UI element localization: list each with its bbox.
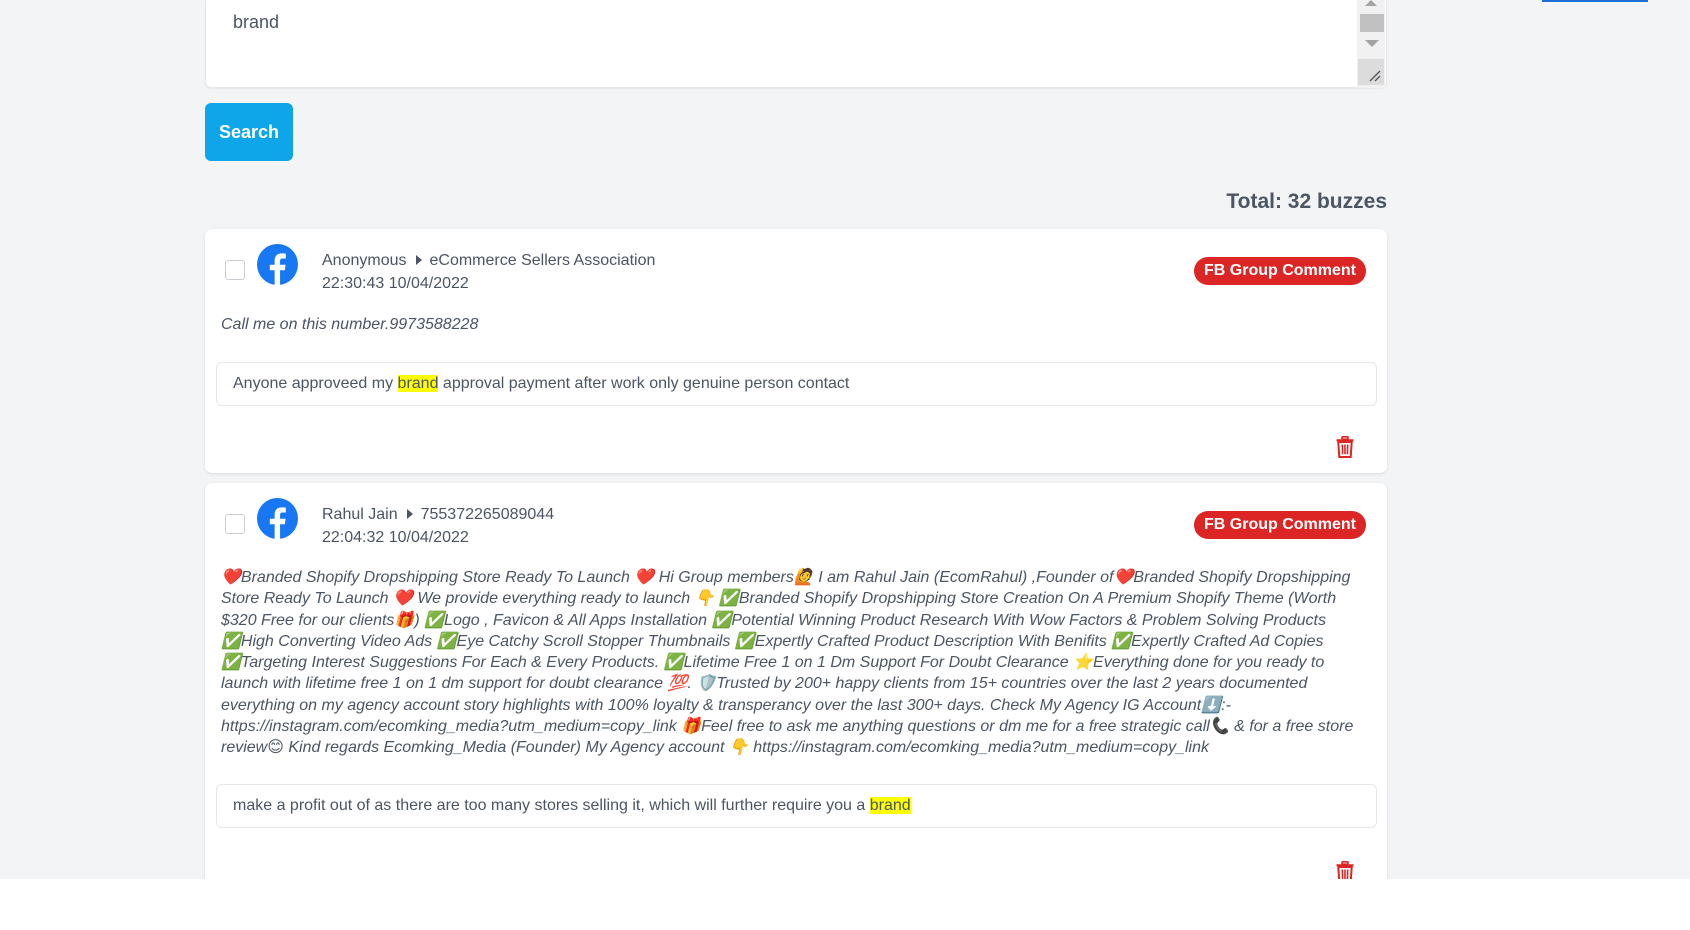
author-name[interactable]: Rahul Jain bbox=[322, 506, 398, 523]
scroll-thumb[interactable] bbox=[1360, 14, 1384, 32]
post-timestamp: 22:04:32 10/04/2022 bbox=[322, 529, 469, 546]
search-button[interactable]: Search bbox=[205, 103, 293, 161]
author-line: Rahul Jain 755372265089044 bbox=[322, 506, 554, 524]
bottom-blank-area bbox=[0, 879, 1690, 930]
facebook-icon bbox=[257, 498, 298, 539]
group-name[interactable]: 755372265089044 bbox=[421, 506, 554, 523]
keyword-excerpt: Anyone approveed my brand approval payme… bbox=[216, 362, 1377, 406]
source-type-badge: FB Group Comment bbox=[1194, 511, 1366, 539]
search-query-value: brand bbox=[233, 12, 280, 32]
buzz-card: Rahul Jain 755372265089044 22:04:32 10/04… bbox=[205, 483, 1387, 903]
select-buzz-checkbox[interactable] bbox=[225, 514, 245, 534]
scroll-up-arrow-icon[interactable] bbox=[1365, 0, 1377, 6]
excerpt-text-after: approval payment after work only genuine… bbox=[438, 375, 850, 392]
group-name[interactable]: eCommerce Sellers Association bbox=[430, 252, 656, 269]
facebook-icon bbox=[257, 244, 298, 285]
caret-right-icon bbox=[415, 255, 422, 266]
keyword-highlight: brand bbox=[869, 797, 911, 814]
post-timestamp: 22:30:43 10/04/2022 bbox=[322, 275, 469, 292]
scroll-down-arrow-icon[interactable] bbox=[1365, 40, 1379, 47]
select-buzz-checkbox[interactable] bbox=[225, 260, 245, 280]
keyword-excerpt: make a profit out of as there are too ma… bbox=[216, 784, 1377, 828]
post-content: ❤️Branded Shopify Dropshipping Store Rea… bbox=[221, 569, 1354, 757]
buzz-card: Anonymous eCommerce Sellers Association 2… bbox=[205, 229, 1387, 473]
results-total: Total: 32 buzzes bbox=[1226, 190, 1387, 213]
keyword-highlight: brand bbox=[397, 375, 439, 392]
excerpt-text-before: Anyone approveed my bbox=[233, 375, 398, 392]
top-link-underline bbox=[1542, 0, 1648, 2]
resize-handle-icon[interactable] bbox=[1358, 59, 1384, 85]
author-line: Anonymous eCommerce Sellers Association bbox=[322, 252, 655, 270]
search-query-textarea[interactable]: brand bbox=[205, 0, 1387, 88]
excerpt-text-before: make a profit out of as there are too ma… bbox=[233, 797, 870, 814]
author-name[interactable]: Anonymous bbox=[322, 252, 407, 269]
caret-right-icon bbox=[406, 509, 413, 520]
post-content: Call me on this number.9973588228 bbox=[221, 316, 479, 333]
trash-icon[interactable] bbox=[1336, 436, 1354, 458]
source-type-badge: FB Group Comment bbox=[1194, 257, 1366, 285]
